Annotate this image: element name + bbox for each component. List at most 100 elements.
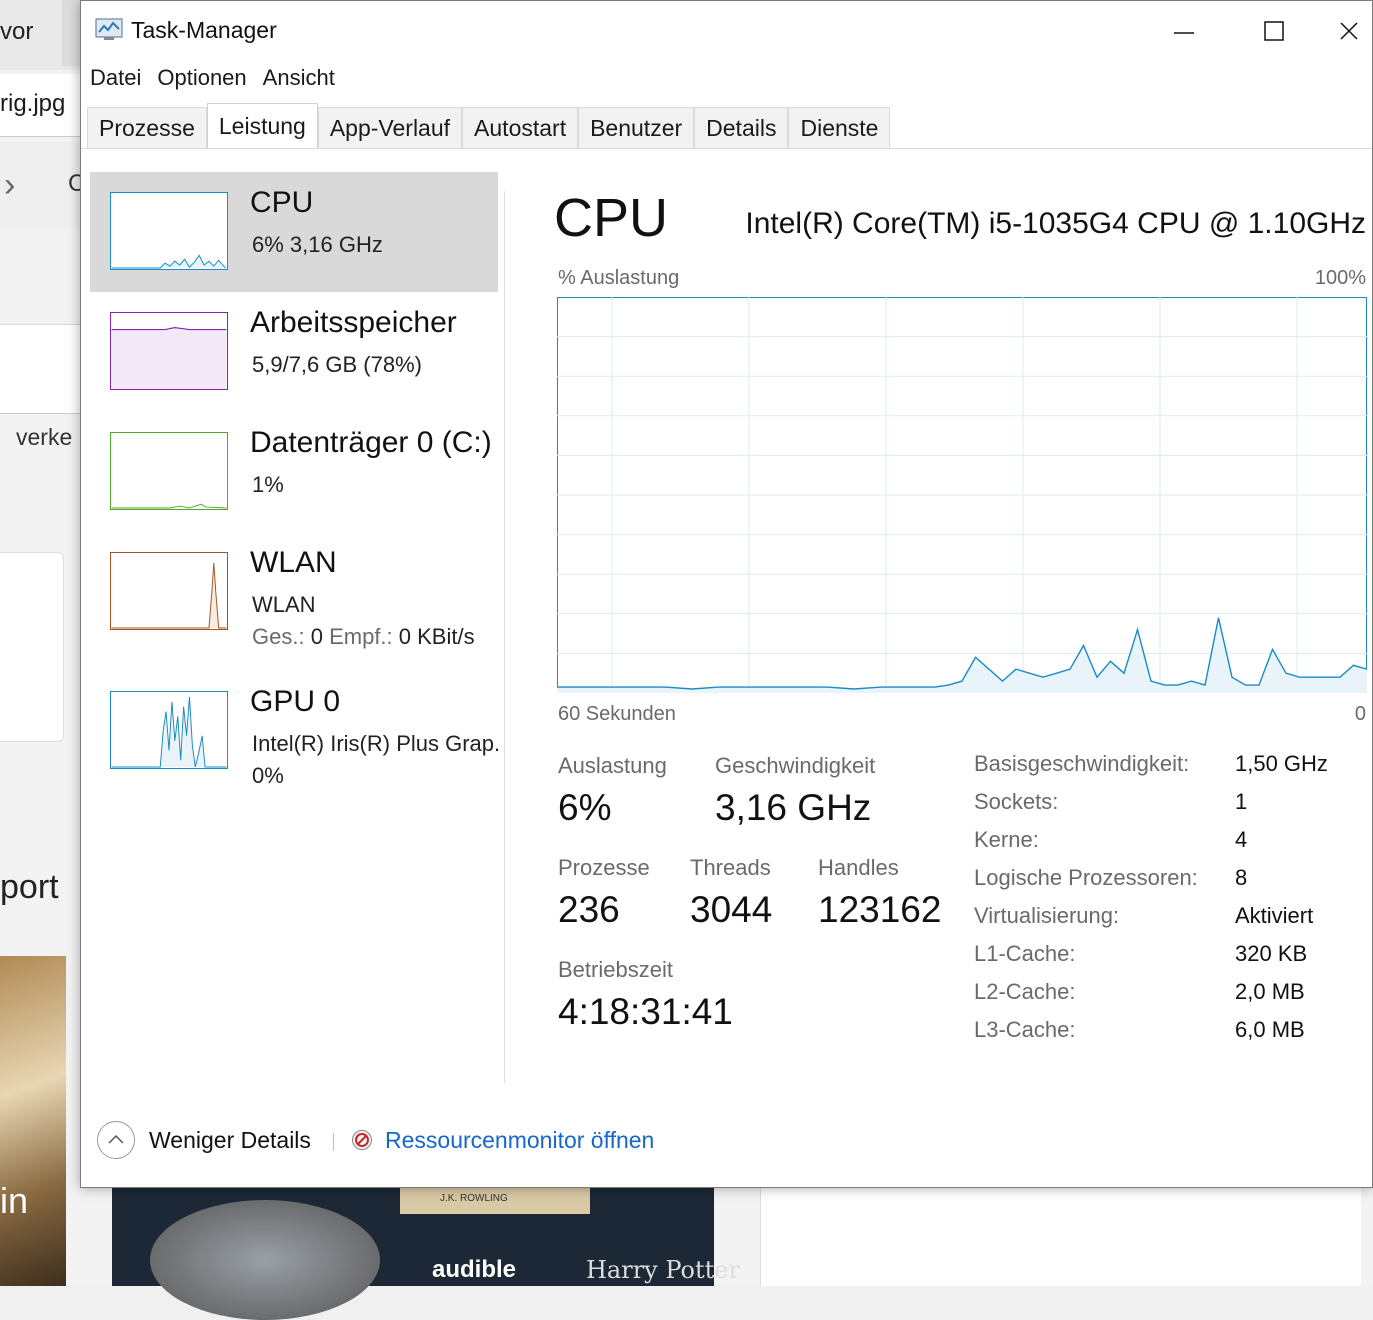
axis-label-time: 60 Sekunden bbox=[558, 703, 676, 725]
spec-key: Basisgeschwindigkeit: bbox=[974, 751, 1190, 776]
resource-name: Datenträger 0 (C:) bbox=[250, 426, 492, 459]
resource-monitor-link[interactable]: Ressourcenmonitor öffnen bbox=[385, 1127, 654, 1154]
spec-key: Kerne: bbox=[974, 827, 1039, 852]
task-manager-icon bbox=[95, 18, 123, 40]
task-manager-window: Task-Manager Datei Optionen Ansicht Proz… bbox=[80, 0, 1373, 1188]
background-ad-audible: audible bbox=[432, 1256, 517, 1283]
cpu-usage-graph[interactable] bbox=[557, 297, 1367, 693]
tab-app-verlauf[interactable]: App-Verlauf bbox=[317, 107, 463, 149]
resource-name: WLAN bbox=[250, 546, 337, 579]
resource-throughput: Ges.: 0 Empf.: 0 KBit/s bbox=[252, 624, 475, 650]
resource-detail: Intel(R) Iris(R) Plus Grap. bbox=[252, 731, 501, 756]
receive-label: Empf.: bbox=[329, 624, 393, 649]
background-ad-harry-potter: Harry Potter bbox=[586, 1256, 740, 1284]
background-ad-book-text: J.K. ROWLING bbox=[440, 1193, 508, 1204]
resource-item-disk[interactable]: Datenträger 0 (C:) 1% bbox=[90, 412, 498, 532]
maximize-button[interactable] bbox=[1229, 1, 1319, 61]
tab-prozesse[interactable]: Prozesse bbox=[87, 107, 207, 149]
spec-key: Sockets: bbox=[974, 789, 1059, 814]
spec-row: L2-Cache: 2,0 MB bbox=[974, 979, 1373, 1017]
tab-details[interactable]: Details bbox=[694, 107, 789, 149]
maximize-icon bbox=[1264, 21, 1284, 41]
spec-row: Virtualisierung: Aktiviert bbox=[974, 903, 1373, 941]
spec-value: 6,0 MB bbox=[1235, 1017, 1305, 1042]
send-value: 0 bbox=[310, 624, 323, 649]
betriebszeit-label: Betriebszeit bbox=[558, 957, 673, 982]
disk-thumbnail-graph bbox=[110, 432, 228, 510]
tab-leistung[interactable]: Leistung bbox=[206, 103, 318, 149]
geschwindigkeit-label: Geschwindigkeit bbox=[715, 753, 876, 778]
prozesse-label: Prozesse bbox=[558, 855, 650, 880]
spec-row: Kerne: 4 bbox=[974, 827, 1373, 865]
chevron-right-icon[interactable]: › bbox=[4, 166, 15, 205]
resource-item-cpu[interactable]: CPU 6% 3,16 GHz bbox=[90, 172, 498, 292]
less-details-button[interactable] bbox=[97, 1121, 135, 1159]
minimize-button[interactable] bbox=[1139, 1, 1229, 61]
background-white-area bbox=[760, 1188, 1361, 1286]
less-details-label[interactable]: Weniger Details bbox=[149, 1127, 311, 1154]
spec-value: 1,50 GHz bbox=[1235, 751, 1328, 776]
spec-key: L2-Cache: bbox=[974, 979, 1076, 1004]
background-panel bbox=[0, 228, 80, 325]
menu-ansicht[interactable]: Ansicht bbox=[262, 65, 336, 95]
spec-value: 1 bbox=[1235, 789, 1248, 814]
resource-item-wlan[interactable]: WLAN WLAN Ges.: 0 Empf.: 0 KBit/s bbox=[90, 532, 498, 652]
window-title: Task-Manager bbox=[131, 17, 277, 43]
memory-thumbnail-graph bbox=[110, 312, 228, 390]
resource-detail: WLAN bbox=[252, 592, 316, 617]
tab-dienste[interactable]: Dienste bbox=[788, 107, 891, 149]
spec-value: Aktiviert bbox=[1235, 903, 1314, 928]
resource-detail: 5,9/7,6 GB (78%) bbox=[252, 352, 422, 377]
close-button[interactable] bbox=[1319, 1, 1373, 61]
handles-label: Handles bbox=[818, 855, 899, 880]
spec-row: L3-Cache: 6,0 MB bbox=[974, 1017, 1373, 1055]
spec-value: 320 KB bbox=[1235, 941, 1308, 966]
spec-key: Virtualisierung: bbox=[974, 903, 1120, 928]
spec-key: Logische Prozessoren: bbox=[974, 865, 1198, 890]
menu-datei[interactable]: Datei bbox=[89, 65, 142, 95]
minimize-icon bbox=[1174, 32, 1194, 34]
background-filename[interactable]: rig.jpg bbox=[0, 90, 65, 118]
resource-item-gpu[interactable]: GPU 0 Intel(R) Iris(R) Plus Grap. 0% bbox=[90, 671, 501, 791]
axis-label-utilization: % Auslastung bbox=[558, 267, 680, 289]
spec-row: Sockets: 1 bbox=[974, 789, 1373, 827]
resource-name: CPU bbox=[250, 186, 314, 219]
cpu-thumbnail-graph bbox=[110, 192, 228, 270]
tab-benutzer[interactable]: Benutzer bbox=[578, 107, 695, 149]
handles-value: 123162 bbox=[818, 889, 942, 930]
resource-item-memory[interactable]: Arbeitsspeicher 5,9/7,6 GB (78%) bbox=[90, 292, 498, 412]
background-panel-white bbox=[0, 325, 80, 414]
spec-row: L1-Cache: 320 KB bbox=[974, 941, 1373, 979]
gpu-thumbnail-graph bbox=[110, 691, 228, 769]
auslastung-label: Auslastung bbox=[558, 753, 667, 778]
title-bar[interactable]: Task-Manager bbox=[81, 1, 1372, 61]
background-ad-book: J.K. ROWLING bbox=[400, 1188, 590, 1214]
menu-optionen[interactable]: Optionen bbox=[156, 65, 247, 95]
menu-bar: Datei Optionen Ansicht bbox=[89, 65, 336, 95]
tab-bar: Prozesse Leistung App-Verlauf Autostart … bbox=[87, 103, 891, 149]
tab-autostart[interactable]: Autostart bbox=[462, 107, 579, 149]
close-icon bbox=[1340, 22, 1358, 40]
resource-detail: 1% bbox=[252, 472, 284, 497]
footer-separator bbox=[333, 1133, 334, 1151]
background-heading: port bbox=[0, 868, 59, 906]
spec-key: L3-Cache: bbox=[974, 1017, 1076, 1042]
spec-row: Logische Prozessoren: 8 bbox=[974, 865, 1373, 903]
panel-divider[interactable] bbox=[504, 191, 505, 1083]
background-card bbox=[0, 552, 64, 742]
spec-row: Basisgeschwindigkeit: 1,50 GHz bbox=[974, 751, 1373, 789]
wlan-thumbnail-graph bbox=[110, 552, 228, 630]
page-title: CPU bbox=[554, 188, 669, 248]
threads-value: 3044 bbox=[690, 889, 773, 930]
background-photo bbox=[0, 956, 66, 1286]
resource-name: GPU 0 bbox=[250, 685, 341, 718]
betriebszeit-value: 4:18:31:41 bbox=[558, 991, 733, 1032]
footer-bar: Weniger Details Ressourcenmonitor öffnen bbox=[81, 1109, 1372, 1173]
prozesse-value: 236 bbox=[558, 889, 620, 930]
background-photo-text: in bbox=[0, 1180, 29, 1221]
threads-label: Threads bbox=[690, 855, 771, 880]
spec-key: L1-Cache: bbox=[974, 941, 1076, 966]
background-tab-label: vor bbox=[0, 18, 34, 45]
receive-value: 0 KBit/s bbox=[398, 624, 475, 649]
resource-list: CPU 6% 3,16 GHz Arbeitsspeicher 5,9/7,6 … bbox=[81, 151, 505, 1083]
